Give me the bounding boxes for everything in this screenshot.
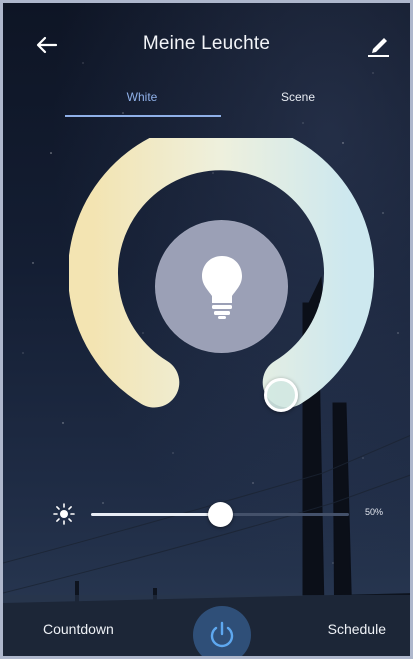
brightness-thumb[interactable]: [207, 502, 233, 527]
app-screen: Meine Leuchte White Scene 50% Countdown …: [0, 0, 413, 659]
page-title: Meine Leuchte: [142, 33, 271, 54]
countdown-button[interactable]: Countdown: [43, 621, 114, 637]
power-icon: [210, 621, 234, 648]
brightness-value: 50%: [364, 507, 383, 517]
pencil-edit-icon: [368, 38, 389, 57]
active-tab-indicator: [65, 115, 221, 117]
top-bar: Meine Leuchte: [3, 3, 410, 83]
brightness-slider: 50%: [53, 497, 391, 531]
lightbulb-icon: [201, 255, 242, 319]
sun-icon: [53, 503, 75, 525]
brightness-track[interactable]: [91, 502, 349, 527]
temperature-handle[interactable]: [264, 378, 298, 412]
tab-scene[interactable]: Scene: [221, 85, 375, 117]
lamp-preview: [155, 220, 288, 353]
brightness-track-fill: [91, 513, 220, 516]
edit-button[interactable]: [358, 27, 398, 63]
tab-white[interactable]: White: [65, 85, 219, 117]
schedule-button[interactable]: Schedule: [328, 621, 386, 637]
power-button[interactable]: [193, 606, 251, 656]
mode-tabs: White Scene: [65, 85, 361, 119]
